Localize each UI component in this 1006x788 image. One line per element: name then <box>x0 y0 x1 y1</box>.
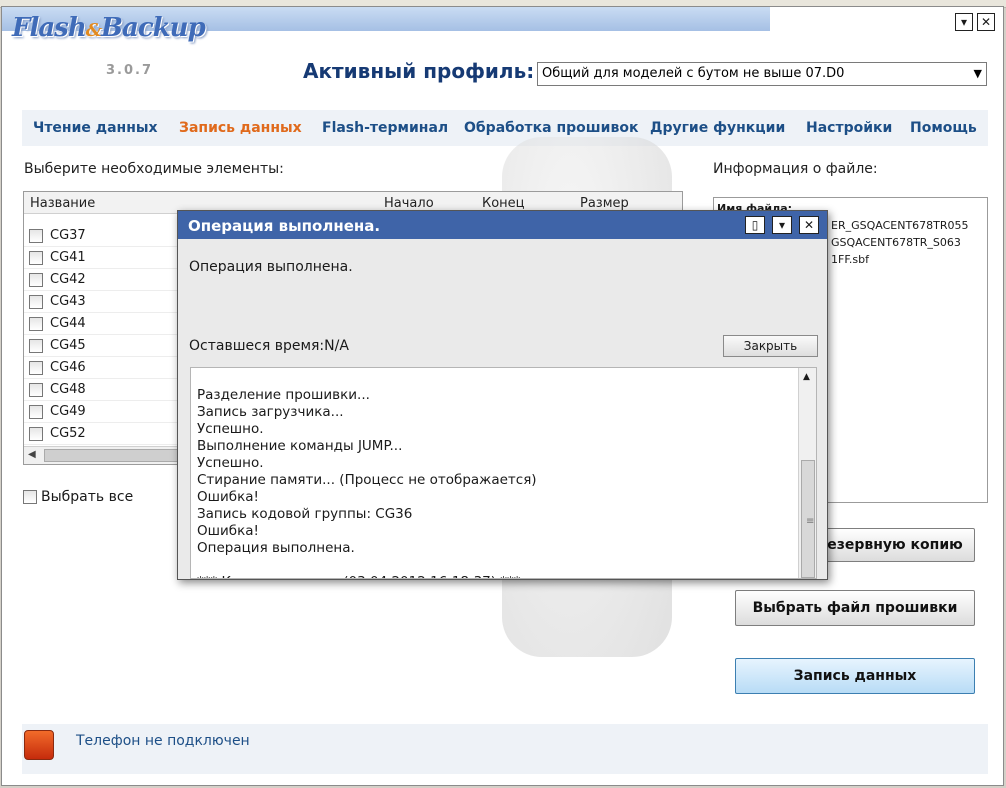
log-text: Разделение прошивки... Запись загрузчика… <box>197 387 537 578</box>
dialog-title: Операция выполнена. <box>188 217 381 235</box>
file-info-label: Информация о файле: <box>713 161 878 177</box>
close-icon[interactable]: ✕ <box>977 13 995 31</box>
row-checkbox[interactable] <box>29 229 43 243</box>
minimize-icon[interactable]: ▾ <box>772 216 792 234</box>
dialog-message: Операция выполнена. <box>189 259 353 275</box>
status-bar: Телефон не подключен <box>22 724 988 774</box>
row-name: CG44 <box>50 316 86 331</box>
column-header-size[interactable]: Размер <box>580 196 629 211</box>
document-icon[interactable]: ▯ <box>745 216 765 234</box>
window-controls: ▾ ✕ <box>955 13 995 31</box>
row-checkbox[interactable] <box>29 273 43 287</box>
app-logo: Flash&Backup <box>12 13 206 43</box>
tab-other-functions[interactable]: Другие функции <box>650 120 785 136</box>
tab-help[interactable]: Помощь <box>910 120 977 136</box>
tab-write-data[interactable]: Запись данных <box>179 120 302 136</box>
remaining-time-label: Оставшеся время: <box>189 338 325 354</box>
select-elements-label: Выберите необходимые элементы: <box>24 161 284 177</box>
write-data-button[interactable]: Запись данных <box>735 658 975 694</box>
row-name: CG48 <box>50 382 86 397</box>
scroll-left-icon[interactable]: ◀ <box>28 449 36 460</box>
row-name: CG43 <box>50 294 86 309</box>
row-name: CG37 <box>50 228 86 243</box>
file-name-line: 1FF.sbf <box>831 253 869 266</box>
file-name-line: ER_GSQACENT678TR055 <box>831 219 969 232</box>
minimize-icon[interactable]: ▾ <box>955 13 973 31</box>
checkbox-icon[interactable] <box>23 490 37 504</box>
row-name: CG52 <box>50 426 86 441</box>
row-name: CG42 <box>50 272 86 287</box>
operation-dialog: Операция выполнена. ▯ ▾ ✕ Операция выпол… <box>177 210 828 580</box>
row-checkbox[interactable] <box>29 251 43 265</box>
dialog-controls: ▯ ▾ ✕ <box>745 216 819 234</box>
dialog-titlebar: Операция выполнена. ▯ ▾ ✕ <box>178 211 827 239</box>
tab-read-data[interactable]: Чтение данных <box>33 120 158 136</box>
main-nav: Чтение данных Запись данных Flash-термин… <box>22 110 988 146</box>
column-header-start[interactable]: Начало <box>384 196 434 211</box>
dialog-close-button[interactable]: Закрыть <box>723 335 818 357</box>
chevron-down-icon: ▼ <box>973 67 982 80</box>
operation-log[interactable]: Разделение прошивки... Запись загрузчика… <box>190 367 817 579</box>
row-name: CG46 <box>50 360 86 375</box>
scroll-up-icon[interactable]: ▲ <box>803 372 810 382</box>
active-profile-label: Активный профиль: <box>303 59 535 83</box>
row-name: CG45 <box>50 338 86 353</box>
grip-icon: ≡ <box>806 516 815 527</box>
row-checkbox[interactable] <box>29 317 43 331</box>
vertical-scrollbar[interactable]: ▲ ≡ <box>798 368 816 578</box>
tab-firmware-processing[interactable]: Обработка прошивок <box>464 120 638 136</box>
tab-settings[interactable]: Настройки <box>806 120 892 136</box>
app-version: 3.0.7 <box>106 63 154 78</box>
profile-select-value: Общий для моделей с бутом не выше 07.D0 <box>542 66 845 81</box>
row-checkbox[interactable] <box>29 295 43 309</box>
column-header-name[interactable]: Название <box>30 196 95 211</box>
select-all-checkbox[interactable]: Выбрать все <box>23 489 133 505</box>
connection-status: Телефон не подключен <box>76 733 250 749</box>
row-checkbox[interactable] <box>29 383 43 397</box>
row-checkbox[interactable] <box>29 405 43 419</box>
row-checkbox[interactable] <box>29 339 43 353</box>
tab-flash-terminal[interactable]: Flash-терминал <box>322 120 448 136</box>
column-header-end[interactable]: Конец <box>482 196 525 211</box>
scroll-thumb[interactable]: ≡ <box>801 460 815 578</box>
row-name: CG49 <box>50 404 86 419</box>
row-checkbox[interactable] <box>29 361 43 375</box>
remaining-time: Оставшеся время:N/A <box>189 338 349 354</box>
select-all-label: Выбрать все <box>41 489 134 505</box>
close-icon[interactable]: ✕ <box>799 216 819 234</box>
status-led-icon <box>24 730 54 760</box>
choose-firmware-button[interactable]: Выбрать файл прошивки <box>735 590 975 626</box>
row-checkbox[interactable] <box>29 427 43 441</box>
row-name: CG41 <box>50 250 86 265</box>
file-name-line: GSQACENT678TR_S063 <box>831 236 961 249</box>
profile-select[interactable]: Общий для моделей с бутом не выше 07.D0 … <box>537 62 987 86</box>
remaining-time-value: N/A <box>324 338 349 354</box>
